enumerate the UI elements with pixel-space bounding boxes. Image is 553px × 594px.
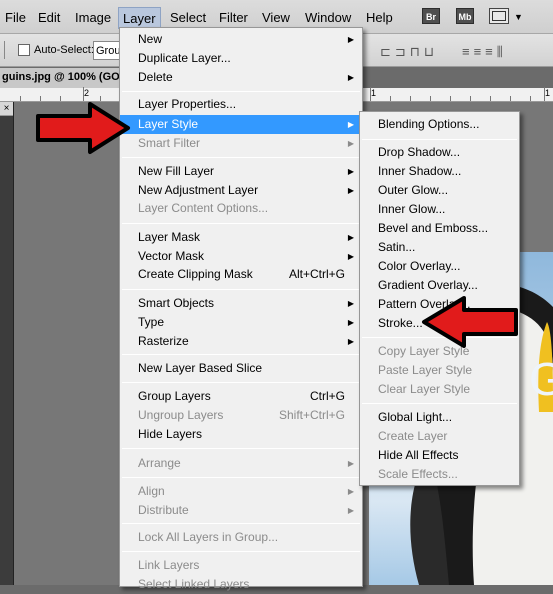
menu-item-hide-all-effects[interactable]: Hide All Effects bbox=[360, 446, 519, 465]
menu-item-arrange: Arrange ▶ bbox=[120, 454, 362, 473]
menu-item-layer-content-options: Layer Content Options... bbox=[138, 201, 269, 215]
menu-edit[interactable]: Edit bbox=[38, 10, 60, 25]
auto-select-label: Auto-Select: bbox=[34, 44, 94, 56]
menu-item-new[interactable]: New ▶ bbox=[120, 30, 362, 49]
menu-item-smart-filter: Smart Filter ▶ bbox=[120, 134, 362, 153]
layer-menu: New ▶ Duplicate Layer... Delete ▶ Layer Pr… bbox=[119, 27, 363, 591]
menu-item-group-layers[interactable]: Group Layers Ctrl+G bbox=[120, 387, 362, 406]
submenu-arrow-icon: ▶ bbox=[347, 459, 354, 468]
menu-layer[interactable]: Layer bbox=[118, 7, 161, 29]
submenu-arrow-icon: ▶ bbox=[347, 73, 354, 82]
submenu-arrow-icon: ▶ bbox=[347, 35, 354, 44]
menu-item-layer-properties[interactable]: Layer Properties... bbox=[120, 95, 362, 114]
ruler-label: 2 bbox=[84, 88, 90, 98]
menu-item-gradient-overlay[interactable]: Gradient Overlay... bbox=[360, 276, 519, 295]
auto-select-checkbox[interactable] bbox=[18, 44, 30, 56]
menu-item-new-fill-layer[interactable]: New Fill Layer ▶ bbox=[120, 162, 362, 181]
menu-item-hide-layers[interactable]: Hide Layers bbox=[120, 425, 362, 444]
document-tab[interactable]: guins.jpg @ 100% (GO bbox=[0, 68, 130, 88]
submenu-arrow-icon: ▶ bbox=[347, 233, 354, 242]
menu-item-inner-glow[interactable]: Inner Glow... bbox=[360, 200, 519, 219]
menu-file[interactable]: File bbox=[5, 10, 26, 25]
submenu-arrow-icon: ▶ bbox=[347, 318, 354, 327]
menu-image[interactable]: Image bbox=[75, 10, 111, 25]
menu-item-outer-glow[interactable]: Outer Glow... bbox=[360, 181, 519, 200]
submenu-arrow-icon: ▶ bbox=[347, 167, 354, 176]
submenu-arrow-icon: ▶ bbox=[347, 120, 354, 129]
menu-item-smart-objects[interactable]: Smart Objects ▶ bbox=[120, 294, 362, 313]
ruler-label: 1 bbox=[545, 88, 551, 98]
menu-item-create-layer: Create Layer bbox=[378, 429, 448, 443]
menu-window[interactable]: Window bbox=[305, 10, 351, 25]
screen-mode-button[interactable] bbox=[489, 8, 509, 24]
menu-help[interactable]: Help bbox=[366, 10, 393, 25]
submenu-arrow-icon: ▶ bbox=[347, 337, 354, 346]
menu-item-type[interactable]: Type ▶ bbox=[120, 313, 362, 332]
chevron-down-icon[interactable]: ▼ bbox=[514, 12, 523, 22]
menu-item-rasterize[interactable]: Rasterize ▶ bbox=[120, 332, 362, 351]
menu-item-satin[interactable]: Satin... bbox=[360, 238, 519, 257]
menu-item-bevel-and-emboss[interactable]: Bevel and Emboss... bbox=[360, 219, 519, 238]
menu-item-delete[interactable]: Delete ▶ bbox=[120, 68, 362, 87]
menu-item-scale-effects: Scale Effects... bbox=[378, 467, 458, 481]
submenu-arrow-icon: ▶ bbox=[347, 186, 354, 195]
menu-item-link-layers: Link Layers bbox=[138, 558, 200, 572]
window-control-icon bbox=[492, 11, 506, 21]
menu-item-inner-shadow[interactable]: Inner Shadow... bbox=[360, 162, 519, 181]
canvas-text: GO bbox=[529, 353, 553, 405]
menu-view[interactable]: View bbox=[262, 10, 290, 25]
menu-select[interactable]: Select bbox=[170, 10, 206, 25]
divider bbox=[4, 41, 5, 59]
menu-item-blending-options[interactable]: Blending Options... bbox=[360, 115, 519, 134]
bridge-button[interactable]: Br bbox=[422, 8, 440, 24]
menu-item-new-adjustment-layer[interactable]: New Adjustment Layer ▶ bbox=[120, 181, 362, 200]
menu-item-clear-layer-style: Clear Layer Style bbox=[378, 382, 471, 396]
align-icons[interactable]: ⊏⊐⊓⊔ bbox=[380, 44, 438, 60]
menu-item-vector-mask[interactable]: Vector Mask ▶ bbox=[120, 247, 362, 266]
menu-item-ungroup-layers: Ungroup Layers Shift+Ctrl+G bbox=[138, 408, 345, 422]
distribute-icons[interactable]: ≡≡≡⫼ bbox=[462, 44, 507, 60]
menu-item-duplicate-layer[interactable]: Duplicate Layer... bbox=[120, 49, 362, 68]
menu-item-lock-all-layers: Lock All Layers in Group... bbox=[138, 530, 279, 544]
menu-item-create-clipping-mask[interactable]: Create Clipping Mask Alt+Ctrl+G bbox=[120, 265, 362, 284]
menu-item-new-layer-based-slice[interactable]: New Layer Based Slice bbox=[120, 359, 362, 378]
submenu-arrow-icon: ▶ bbox=[347, 139, 354, 148]
mini-bridge-button[interactable]: Mb bbox=[456, 8, 474, 24]
menu-item-align: Align ▶ bbox=[120, 482, 362, 501]
red-arrow-icon bbox=[36, 102, 130, 154]
submenu-arrow-icon: ▶ bbox=[347, 299, 354, 308]
close-icon[interactable]: × bbox=[0, 102, 13, 116]
menu-item-layer-style[interactable]: Layer Style ▶ bbox=[120, 115, 362, 134]
menu-item-paste-layer-style: Paste Layer Style bbox=[378, 363, 473, 377]
submenu-arrow-icon: ▶ bbox=[347, 487, 354, 496]
submenu-arrow-icon: ▶ bbox=[347, 252, 354, 261]
red-arrow-icon bbox=[422, 296, 518, 348]
menu-item-color-overlay[interactable]: Color Overlay... bbox=[360, 257, 519, 276]
ruler-label: 1 bbox=[371, 88, 377, 98]
menu-item-global-light[interactable]: Global Light... bbox=[360, 408, 519, 427]
menu-item-distribute: Distribute ▶ bbox=[120, 501, 362, 520]
menu-item-drop-shadow[interactable]: Drop Shadow... bbox=[360, 143, 519, 162]
toolbox-panel: × bbox=[0, 102, 14, 585]
submenu-arrow-icon: ▶ bbox=[347, 506, 354, 515]
menu-filter[interactable]: Filter bbox=[219, 10, 248, 25]
menu-item-layer-mask[interactable]: Layer Mask ▶ bbox=[120, 228, 362, 247]
